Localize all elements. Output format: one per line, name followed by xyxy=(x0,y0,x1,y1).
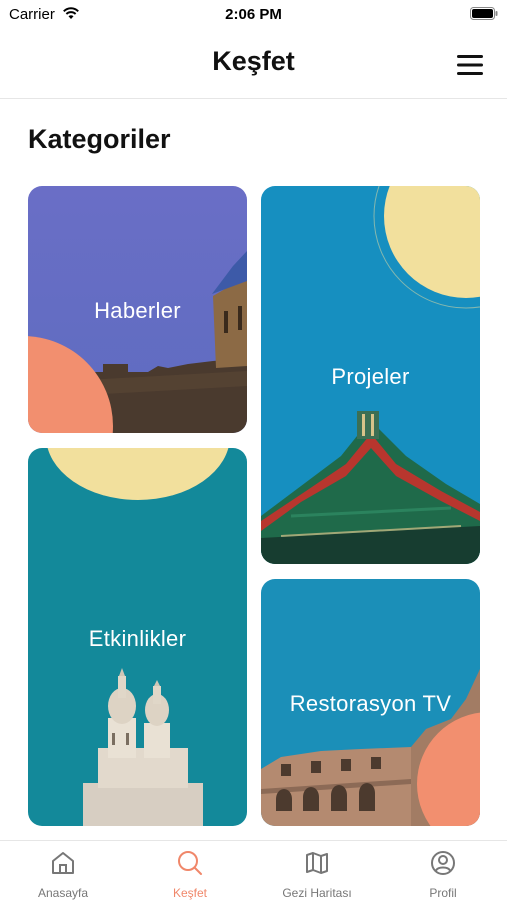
clock: 2:06 PM xyxy=(225,6,282,23)
tab-label: Keşfet xyxy=(172,886,208,900)
category-card-etkinlikler[interactable]: Etkinlikler xyxy=(28,448,247,826)
tab-gezi-haritasi[interactable]: Gezi Haritası xyxy=(254,841,380,901)
tab-label: Gezi Haritası xyxy=(282,886,352,900)
category-label: Restorasyon TV xyxy=(289,691,452,716)
category-label: Projeler xyxy=(331,364,410,389)
category-label: Haberler xyxy=(94,298,181,323)
battery-icon xyxy=(470,7,498,20)
bottom-tab-bar: Anasayfa Keşfet Gezi Haritası Profil xyxy=(0,840,507,901)
search-icon xyxy=(178,851,202,875)
category-card-haberler[interactable]: Haberler xyxy=(28,186,247,433)
tab-label: Anasayfa xyxy=(37,886,89,900)
profile-icon xyxy=(431,851,455,875)
category-label: Etkinlikler xyxy=(88,626,187,651)
map-icon xyxy=(306,852,328,874)
category-card-restorasyon-tv[interactable]: Restorasyon TV xyxy=(261,579,480,826)
tab-label: Profil xyxy=(429,886,457,900)
status-bar: Carrier 2:06 PM xyxy=(0,0,507,30)
tab-kesfet[interactable]: Keşfet xyxy=(127,841,253,901)
home-icon xyxy=(52,852,74,874)
section-title: Kategoriler xyxy=(28,124,171,154)
navigation-bar: Keşfet xyxy=(0,30,507,99)
page-title: Keşfet xyxy=(212,46,295,76)
hamburger-menu-icon[interactable] xyxy=(452,50,488,80)
category-card-projeler[interactable]: Projeler xyxy=(261,186,480,564)
tab-profil[interactable]: Profil xyxy=(380,841,506,901)
tab-anasayfa[interactable]: Anasayfa xyxy=(0,841,126,901)
